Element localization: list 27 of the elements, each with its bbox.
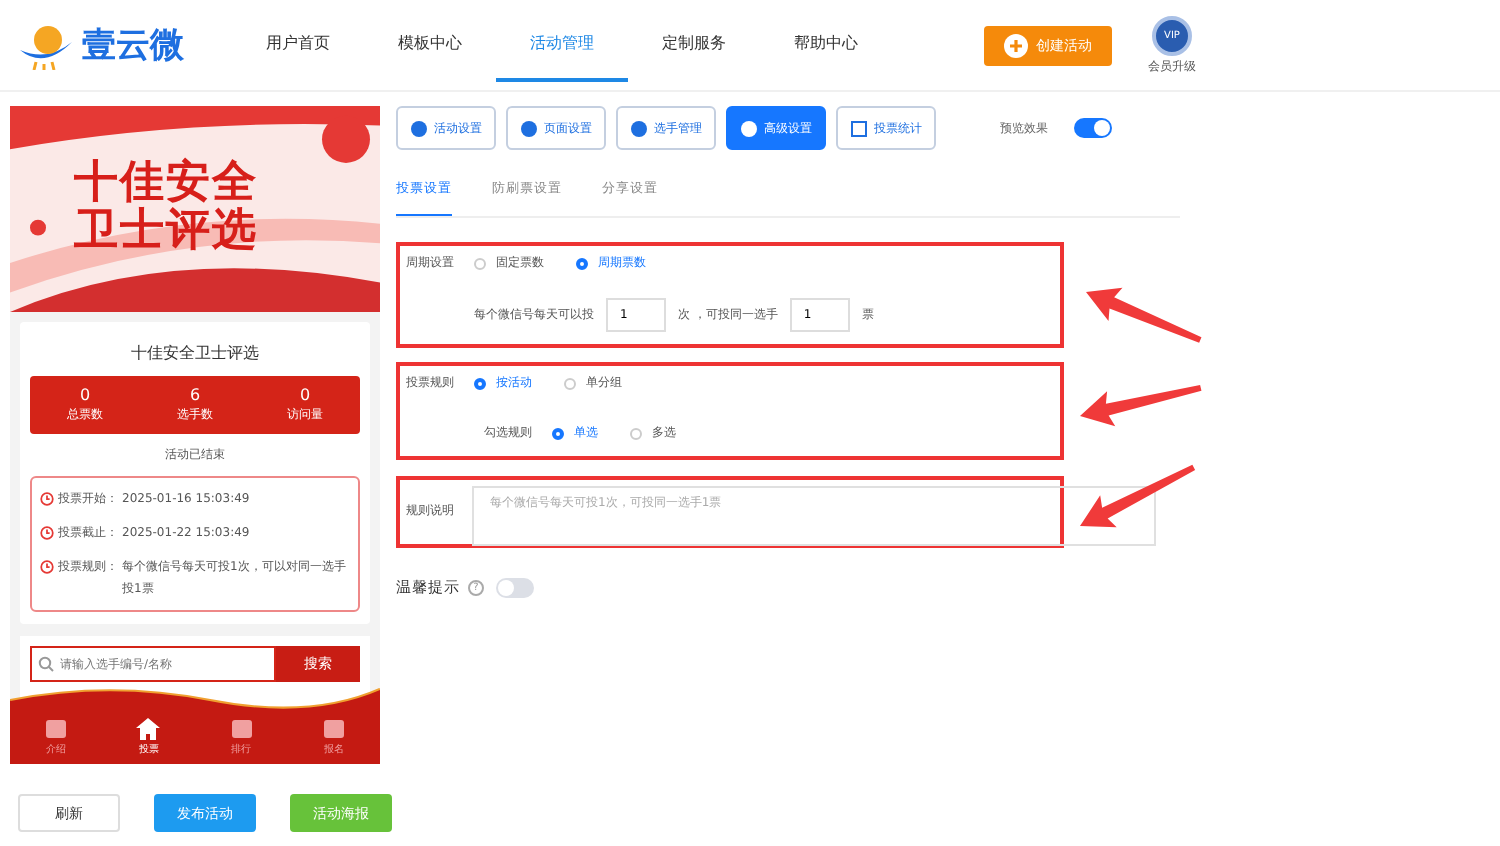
stat-value: 0 (79, 386, 91, 404)
nav-link[interactable]: 活动管理 (496, 8, 628, 82)
bar-chart-icon (850, 119, 868, 137)
circle-icon (630, 119, 648, 137)
circle-icon (410, 119, 428, 137)
banner-title: 十佳安全 (74, 160, 260, 208)
nav-link[interactable]: 帮助中心 (760, 8, 892, 82)
clock-icon (40, 526, 54, 540)
arrow (1080, 464, 1196, 528)
preview-switch[interactable] (1074, 118, 1112, 138)
nav-link[interactable]: 用户首页 (232, 8, 364, 82)
logo-text: 壹云微 (82, 24, 184, 68)
plus-icon (1004, 33, 1028, 57)
activity-title: 十佳安全卫士评选 (131, 342, 259, 364)
search-icon (38, 656, 54, 672)
clock-icon (40, 492, 54, 506)
stat-value: 6 (189, 386, 201, 404)
clock-icon (40, 560, 54, 574)
tip-switch[interactable] (496, 578, 534, 598)
arrow (1086, 287, 1202, 343)
nav-link[interactable]: 模板中心 (364, 8, 496, 82)
stat-value: 0 (299, 386, 311, 404)
arrow (1080, 384, 1202, 427)
banner-title: 卫士评选 (74, 208, 260, 256)
circle-icon (740, 119, 758, 137)
circle-icon (520, 119, 538, 137)
nav-link[interactable]: 定制服务 (628, 8, 760, 82)
